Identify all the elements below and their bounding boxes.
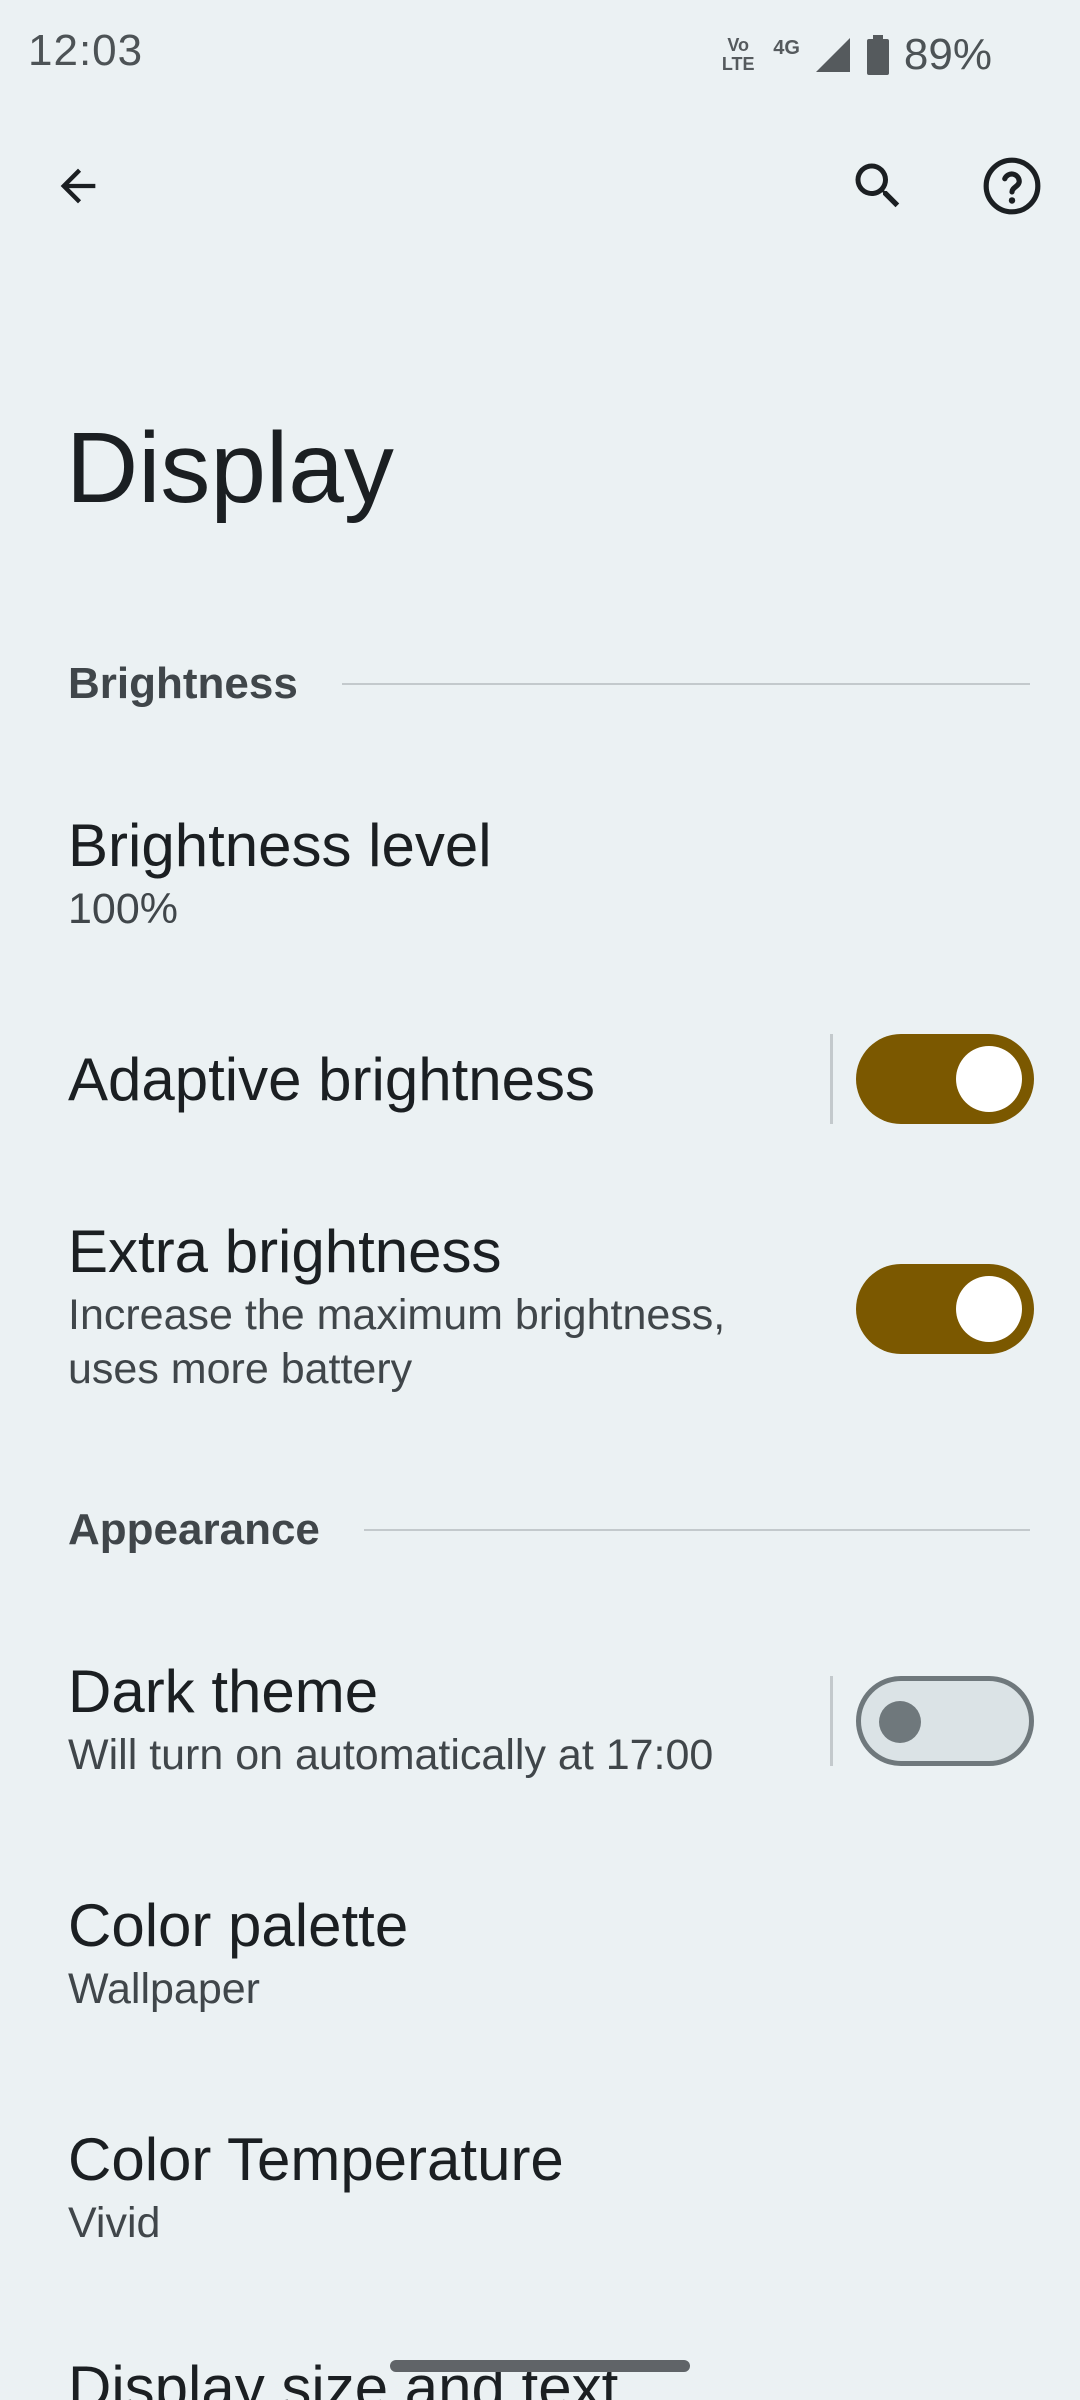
brightness-level-item[interactable]: Brightness level 100% bbox=[68, 810, 1040, 936]
section-title: Brightness bbox=[68, 659, 298, 708]
back-button[interactable] bbox=[38, 146, 118, 226]
switch-thumb bbox=[879, 1701, 921, 1743]
switch-divider bbox=[830, 1034, 833, 1124]
status-icons: Vo LTE 4G 89% bbox=[717, 30, 992, 80]
section-divider bbox=[363, 1529, 1030, 1531]
extra-brightness-item[interactable]: Extra brightness Increase the maximum br… bbox=[68, 1216, 780, 1396]
battery-percentage: 89% bbox=[903, 30, 992, 79]
adaptive-brightness-switch[interactable] bbox=[856, 1034, 1034, 1124]
signal-icon bbox=[815, 38, 850, 72]
gesture-nav-handle[interactable] bbox=[390, 2360, 690, 2372]
pref-title: Color Temperature bbox=[68, 2126, 564, 2193]
pref-summary: 100% bbox=[68, 885, 178, 933]
display-settings-screen: 12:03 Vo LTE 4G 89% Display Brightness B… bbox=[0, 0, 1080, 2400]
dark-theme-item[interactable]: Dark theme Will turn on automatically at… bbox=[68, 1656, 780, 1782]
section-divider bbox=[341, 683, 1030, 685]
pref-title: Adaptive brightness bbox=[68, 1046, 595, 1113]
search-button[interactable] bbox=[838, 146, 918, 226]
pref-title: Extra brightness bbox=[68, 1218, 502, 1285]
status-bar: 12:03 Vo LTE 4G 89% bbox=[0, 0, 1080, 110]
color-temperature-item[interactable]: Color Temperature Vivid bbox=[68, 2124, 1040, 2250]
extra-brightness-switch[interactable] bbox=[856, 1264, 1034, 1354]
color-palette-item[interactable]: Color palette Wallpaper bbox=[68, 1890, 1040, 2016]
pref-summary: Will turn on automatically at 17:00 bbox=[68, 1731, 714, 1779]
search-icon bbox=[855, 163, 900, 208]
pref-title: Dark theme bbox=[68, 1658, 379, 1725]
status-time: 12:03 bbox=[28, 26, 144, 75]
pref-summary-line: uses more battery bbox=[68, 1345, 413, 1393]
page-title: Display bbox=[66, 412, 394, 524]
switch-divider bbox=[830, 1676, 833, 1766]
battery-icon bbox=[866, 35, 889, 75]
network-type-icon: 4G bbox=[773, 37, 800, 59]
pref-title: Brightness level bbox=[68, 812, 492, 879]
pref-title: Color palette bbox=[68, 1892, 409, 1959]
section-header-appearance: Appearance bbox=[68, 1500, 1030, 1560]
pref-summary-line: Increase the maximum brightness, bbox=[68, 1291, 726, 1339]
dark-theme-switch[interactable] bbox=[856, 1676, 1034, 1766]
pref-summary: Vivid bbox=[68, 2199, 161, 2247]
switch-thumb bbox=[956, 1046, 1022, 1112]
section-title: Appearance bbox=[68, 1505, 320, 1554]
pref-summary: Wallpaper bbox=[68, 1965, 260, 2013]
help-icon bbox=[983, 157, 1041, 215]
help-button[interactable] bbox=[972, 146, 1052, 226]
volte-icon: Vo LTE bbox=[721, 35, 755, 74]
section-header-brightness: Brightness bbox=[68, 654, 1030, 714]
adaptive-brightness-item[interactable]: Adaptive brightness bbox=[68, 1044, 780, 1116]
arrow-back-icon bbox=[60, 168, 96, 204]
switch-thumb bbox=[956, 1276, 1022, 1342]
